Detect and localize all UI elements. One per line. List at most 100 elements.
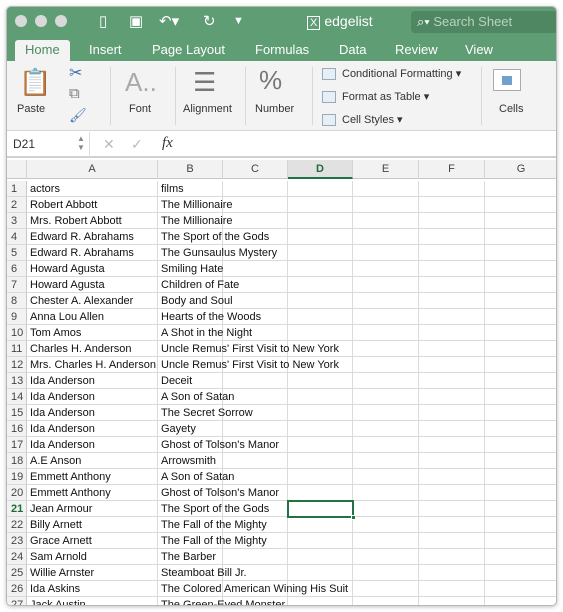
cell-B14[interactable]: A Son of Satan bbox=[158, 389, 234, 405]
cell-E5[interactable] bbox=[353, 245, 419, 261]
cell-G9[interactable] bbox=[485, 309, 556, 325]
cell-A12[interactable]: Mrs. Charles H. Anderson bbox=[27, 357, 158, 373]
row-header[interactable]: 17 bbox=[7, 437, 27, 453]
tab-formulas[interactable]: Formulas bbox=[255, 40, 309, 61]
cell-F9[interactable] bbox=[419, 309, 485, 325]
cell-F23[interactable] bbox=[419, 533, 485, 549]
cell-E7[interactable] bbox=[353, 277, 419, 293]
search-sheet-input[interactable]: ⌕▾ Search Sheet bbox=[411, 11, 556, 33]
cell-G14[interactable] bbox=[485, 389, 556, 405]
cell-B20[interactable]: Ghost of Tolson's Manor bbox=[158, 485, 279, 501]
row-header[interactable]: 10 bbox=[7, 325, 27, 341]
cell-B27[interactable]: The Green-Eyed Monster bbox=[158, 597, 285, 605]
cell-E13[interactable] bbox=[353, 373, 419, 389]
cell-D13[interactable] bbox=[288, 373, 353, 389]
cell-D16[interactable] bbox=[288, 421, 353, 437]
cell-B16[interactable]: Gayety bbox=[158, 421, 223, 437]
cell-A22[interactable]: Billy Arnett bbox=[27, 517, 158, 533]
tab-insert[interactable]: Insert bbox=[89, 40, 122, 61]
cell-E8[interactable] bbox=[353, 293, 419, 309]
cell-B12[interactable]: Uncle Remus' First Visit to New York bbox=[158, 357, 339, 373]
cell-C1[interactable] bbox=[223, 181, 288, 197]
row-header[interactable]: 19 bbox=[7, 469, 27, 485]
cell-D8[interactable] bbox=[288, 293, 353, 309]
row-header[interactable]: 27 bbox=[7, 597, 27, 605]
cell-C13[interactable] bbox=[223, 373, 288, 389]
cell-B23[interactable]: The Fall of the Mighty bbox=[158, 533, 267, 549]
percent-icon[interactable]: % bbox=[259, 65, 282, 96]
cell-B19[interactable]: A Son of Satan bbox=[158, 469, 234, 485]
column-header-B[interactable]: B bbox=[158, 160, 223, 179]
cell-E22[interactable] bbox=[353, 517, 419, 533]
column-header-C[interactable]: C bbox=[223, 160, 288, 179]
cell-F5[interactable] bbox=[419, 245, 485, 261]
cell-A10[interactable]: Tom Amos bbox=[27, 325, 158, 341]
undo-icon[interactable]: ↶▾ bbox=[159, 12, 179, 30]
tab-page-layout[interactable]: Page Layout bbox=[152, 40, 225, 61]
cell-G18[interactable] bbox=[485, 453, 556, 469]
cell-E19[interactable] bbox=[353, 469, 419, 485]
cell-A8[interactable]: Chester A. Alexander bbox=[27, 293, 158, 309]
sidebar-icon[interactable]: ▯ bbox=[99, 12, 107, 30]
insert-function-button[interactable]: fx bbox=[162, 135, 173, 152]
cell-A2[interactable]: Robert Abbott bbox=[27, 197, 158, 213]
cell-G10[interactable] bbox=[485, 325, 556, 341]
cell-F2[interactable] bbox=[419, 197, 485, 213]
cell-D6[interactable] bbox=[288, 261, 353, 277]
cell-G24[interactable] bbox=[485, 549, 556, 565]
cell-B9[interactable]: Hearts of the Woods bbox=[158, 309, 261, 325]
cell-F12[interactable] bbox=[419, 357, 485, 373]
cell-G8[interactable] bbox=[485, 293, 556, 309]
row-header[interactable]: 22 bbox=[7, 517, 27, 533]
cell-G15[interactable] bbox=[485, 405, 556, 421]
cell-D20[interactable] bbox=[288, 485, 353, 501]
cell-G7[interactable] bbox=[485, 277, 556, 293]
cell-G13[interactable] bbox=[485, 373, 556, 389]
paste-icon[interactable]: 📋 bbox=[19, 67, 51, 98]
cell-G3[interactable] bbox=[485, 213, 556, 229]
cell-G11[interactable] bbox=[485, 341, 556, 357]
format-as-table-button[interactable]: Format as Table ▾ bbox=[322, 90, 429, 104]
cell-B7[interactable]: Children of Fate bbox=[158, 277, 239, 293]
alignment-icon[interactable]: ☰ bbox=[193, 67, 216, 98]
cell-B24[interactable]: The Barber bbox=[158, 549, 223, 565]
row-header[interactable]: 5 bbox=[7, 245, 27, 261]
font-icon[interactable]: A.. bbox=[125, 67, 157, 98]
cell-G27[interactable] bbox=[485, 597, 556, 605]
cell-E3[interactable] bbox=[353, 213, 419, 229]
cell-G5[interactable] bbox=[485, 245, 556, 261]
row-header[interactable]: 23 bbox=[7, 533, 27, 549]
number-label[interactable]: Number bbox=[255, 103, 294, 115]
cell-F17[interactable] bbox=[419, 437, 485, 453]
cell-F21[interactable] bbox=[419, 501, 485, 517]
cell-A1[interactable]: actors bbox=[27, 181, 158, 197]
font-label[interactable]: Font bbox=[129, 103, 151, 115]
cell-B25[interactable]: Steamboat Bill Jr. bbox=[158, 565, 247, 581]
copy-icon[interactable]: ⧉ bbox=[69, 85, 80, 102]
cells-label[interactable]: Cells bbox=[499, 103, 523, 115]
row-header[interactable]: 3 bbox=[7, 213, 27, 229]
cell-C18[interactable] bbox=[223, 453, 288, 469]
row-header[interactable]: 12 bbox=[7, 357, 27, 373]
cell-D2[interactable] bbox=[288, 197, 353, 213]
column-header-A[interactable]: A bbox=[27, 160, 158, 179]
cell-E11[interactable] bbox=[353, 341, 419, 357]
cell-B21[interactable]: The Sport of the Gods bbox=[158, 501, 269, 517]
tab-data[interactable]: Data bbox=[339, 40, 366, 61]
cell-D24[interactable] bbox=[288, 549, 353, 565]
cell-B6[interactable]: Smiling Hate bbox=[158, 261, 223, 277]
cell-F4[interactable] bbox=[419, 229, 485, 245]
cell-A17[interactable]: Ida Anderson bbox=[27, 437, 158, 453]
cell-A4[interactable]: Edward R. Abrahams bbox=[27, 229, 158, 245]
cell-F11[interactable] bbox=[419, 341, 485, 357]
cell-F18[interactable] bbox=[419, 453, 485, 469]
row-header[interactable]: 8 bbox=[7, 293, 27, 309]
row-header[interactable]: 21 bbox=[7, 501, 27, 517]
cell-A9[interactable]: Anna Lou Allen bbox=[27, 309, 158, 325]
name-box[interactable]: D21 bbox=[13, 137, 35, 151]
cell-A18[interactable]: A.E Anson bbox=[27, 453, 158, 469]
cell-E2[interactable] bbox=[353, 197, 419, 213]
column-header-D[interactable]: D bbox=[288, 160, 353, 179]
cell-D14[interactable] bbox=[288, 389, 353, 405]
cell-D25[interactable] bbox=[288, 565, 353, 581]
